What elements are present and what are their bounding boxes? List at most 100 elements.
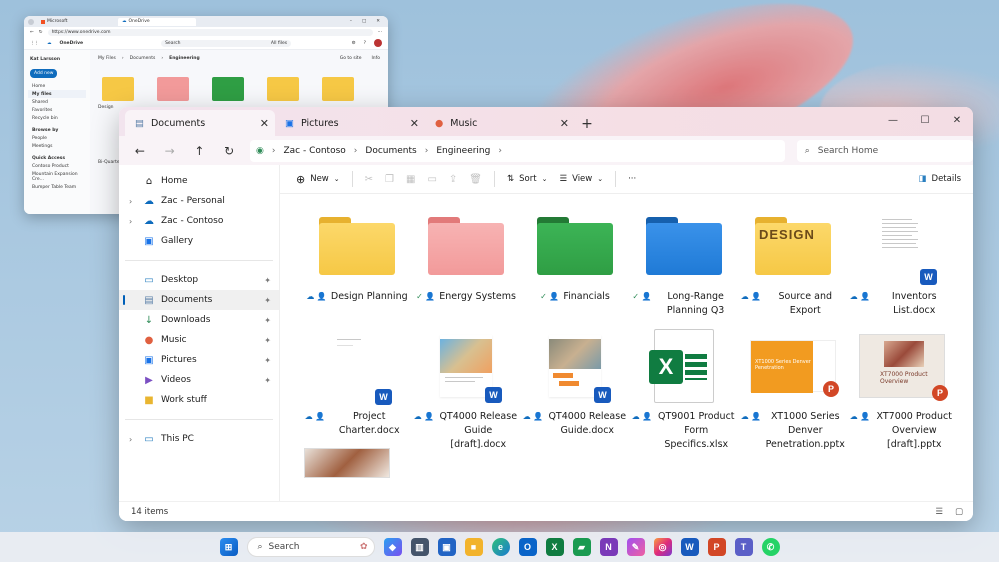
close-tab-icon[interactable]: ✕: [260, 117, 269, 130]
file-item-design-planning[interactable]: ☁ 👤 Design Planning: [304, 208, 410, 304]
sidebar-item-documents[interactable]: ▤ Documents ✦: [119, 290, 279, 310]
file-item-qt4000[interactable]: W ☁ 👤 QT4000 Release Guide.docx: [522, 328, 628, 438]
details-view-icon[interactable]: ☰: [935, 507, 943, 517]
settings-icon[interactable]: ⚙: [352, 41, 356, 46]
quick-access-item[interactable]: Contoso Product: [28, 162, 86, 170]
teams-icon[interactable]: T: [734, 538, 753, 556]
chevron-right-icon[interactable]: ›: [129, 435, 137, 444]
browser-tab[interactable]: Microsoft: [37, 18, 115, 26]
address-segment[interactable]: Engineering: [436, 146, 490, 156]
sidebar-item-gallery[interactable]: ▣ Gallery: [119, 231, 279, 251]
sidebar-item-recycle-bin[interactable]: Recycle bin: [28, 114, 86, 122]
sidebar-item-this-pc[interactable]: › ▭ This PC: [119, 429, 279, 449]
edge-icon[interactable]: e: [491, 538, 510, 556]
file-explorer-window[interactable]: ▤ Documents ✕ ▣ Pictures ✕ ● Music ✕ + —…: [119, 107, 973, 521]
pin-icon[interactable]: ✦: [264, 356, 271, 365]
copilot-icon[interactable]: ◆: [383, 538, 402, 556]
minimize-icon[interactable]: —: [877, 107, 909, 133]
store-icon[interactable]: ▣: [437, 538, 456, 556]
taskbar-search[interactable]: ⌕ Search ✿: [246, 537, 375, 557]
address-segment[interactable]: Documents: [365, 146, 416, 156]
sidebar-item-favorites[interactable]: Favorites: [28, 106, 86, 114]
designer-icon[interactable]: ✎: [626, 538, 645, 556]
file-item-energy-systems[interactable]: ✓ 👤 Energy Systems: [413, 208, 519, 304]
rename-button[interactable]: ▭: [421, 168, 442, 190]
file-item-inventors-list[interactable]: W ☁ 👤 Inventors List.docx: [849, 208, 955, 318]
breadcrumb-item[interactable]: Documents: [130, 56, 156, 61]
pin-icon[interactable]: ✦: [264, 316, 271, 325]
sidebar-item-music[interactable]: ● Music ✦: [119, 330, 279, 350]
sidebar-item-pictures[interactable]: ▣ Pictures ✦: [119, 350, 279, 370]
file-item-xt7000[interactable]: XT7000 Product Overview P ☁ 👤 XT7000 Prod…: [849, 328, 955, 452]
close-tab-icon[interactable]: ✕: [410, 117, 419, 130]
outlook-icon[interactable]: O: [518, 538, 537, 556]
maximize-icon[interactable]: ☐: [909, 107, 941, 133]
refresh-icon[interactable]: ↻: [39, 30, 43, 35]
file-item-qt4000-draft[interactable]: W ☁ 👤 QT4000 Release Guide [draft].docx: [413, 328, 519, 452]
sort-button[interactable]: ⇅ Sort ⌄: [501, 168, 553, 190]
folder-thumb[interactable]: [267, 77, 299, 101]
up-button[interactable]: ↑: [187, 140, 213, 162]
file-item-project-charter[interactable]: W ☁ 👤 Project Charter.docx: [304, 328, 410, 438]
pin-icon[interactable]: ✦: [264, 276, 271, 285]
task-view-icon[interactable]: ▥: [410, 538, 429, 556]
delete-button[interactable]: 🗑: [463, 168, 488, 190]
onenote-icon[interactable]: ▰: [572, 538, 591, 556]
sidebar-item-home[interactable]: ⌂ Home: [119, 171, 279, 191]
sidebar-item-work-stuff[interactable]: ■ Work stuff: [119, 390, 279, 410]
copy-button[interactable]: ❐: [379, 168, 400, 190]
search-input[interactable]: ⌕ Search Home: [796, 139, 973, 162]
close-icon[interactable]: ✕: [376, 19, 380, 24]
view-button[interactable]: ☰ View ⌄: [553, 168, 609, 190]
address-bar[interactable]: ◉ › Zac - Contoso › Documents › Engineer…: [250, 139, 785, 162]
whatsapp-icon[interactable]: ✆: [761, 538, 780, 556]
back-button[interactable]: ←: [127, 140, 153, 162]
tiles-view-icon[interactable]: ▢: [955, 507, 963, 517]
avatar[interactable]: [374, 39, 382, 47]
file-item-partial[interactable]: [304, 448, 390, 478]
folder-thumb[interactable]: [102, 77, 134, 101]
more-button[interactable]: ···: [622, 168, 642, 190]
cut-button[interactable]: ✂: [359, 168, 379, 190]
sidebar-item-home[interactable]: Home: [28, 82, 86, 90]
sidebar-item-my-files[interactable]: My files: [28, 90, 86, 98]
tab-documents[interactable]: ▤ Documents ✕: [125, 110, 275, 136]
close-tab-icon[interactable]: ✕: [560, 117, 569, 130]
folder-thumb[interactable]: [212, 77, 244, 101]
file-item-qt9001[interactable]: X ☁ 👤 QT9001 Product Form Specifics.xlsx: [631, 328, 737, 452]
sidebar-item-desktop[interactable]: ▭ Desktop ✦: [119, 270, 279, 290]
breadcrumb-item[interactable]: My Files: [98, 56, 116, 61]
minimize-icon[interactable]: –: [350, 19, 352, 24]
address-segment[interactable]: Zac - Contoso: [283, 146, 345, 156]
share-button[interactable]: ⇪: [443, 168, 463, 190]
file-item-xt1000[interactable]: XT1000 Series Denver Penetration P ☁ 👤 XT…: [740, 328, 846, 452]
sidebar-item-zac-contoso[interactable]: › ☁ Zac - Contoso: [119, 211, 279, 231]
maximize-icon[interactable]: □: [362, 19, 366, 24]
file-item-long-range-planning[interactable]: ✓ 👤 Long-Range Planning Q3: [631, 208, 737, 318]
quick-access-item[interactable]: Bumper Table Team: [28, 183, 86, 191]
sidebar-item-meetings[interactable]: Meetings: [28, 142, 86, 150]
chevron-right-icon[interactable]: ›: [129, 197, 137, 206]
url-bar[interactable]: https://www.onedrive.com: [47, 28, 373, 36]
sidebar-item-videos[interactable]: ▶ Videos ✦: [119, 370, 279, 390]
paste-button[interactable]: ▦: [400, 168, 421, 190]
add-new-button[interactable]: Add new: [30, 69, 58, 78]
pin-icon[interactable]: ✦: [264, 376, 271, 385]
close-icon[interactable]: ✕: [941, 107, 973, 133]
forward-button[interactable]: →: [157, 140, 183, 162]
folder-thumb[interactable]: [322, 77, 354, 101]
file-item-financials[interactable]: ✓ 👤 Financials: [522, 208, 628, 304]
file-item-source-and-export[interactable]: DESIGN ☁ 👤 Source and Export: [740, 208, 846, 318]
search-scope[interactable]: All files: [271, 41, 287, 46]
onedrive-search[interactable]: Search All files: [161, 39, 292, 47]
new-button[interactable]: ⊕ New ⌄: [290, 168, 346, 190]
sidebar-item-shared[interactable]: Shared: [28, 98, 86, 106]
extensions-icon[interactable]: ⋯: [378, 30, 383, 35]
chevron-right-icon[interactable]: ›: [129, 217, 137, 226]
file-explorer-icon[interactable]: ■: [464, 538, 483, 556]
excel-icon[interactable]: X: [545, 538, 564, 556]
instagram-icon[interactable]: ◎: [653, 538, 672, 556]
start-icon[interactable]: ⊞: [219, 538, 238, 556]
loop-icon[interactable]: N: [599, 538, 618, 556]
go-to-site-button[interactable]: Go to site: [340, 56, 362, 61]
